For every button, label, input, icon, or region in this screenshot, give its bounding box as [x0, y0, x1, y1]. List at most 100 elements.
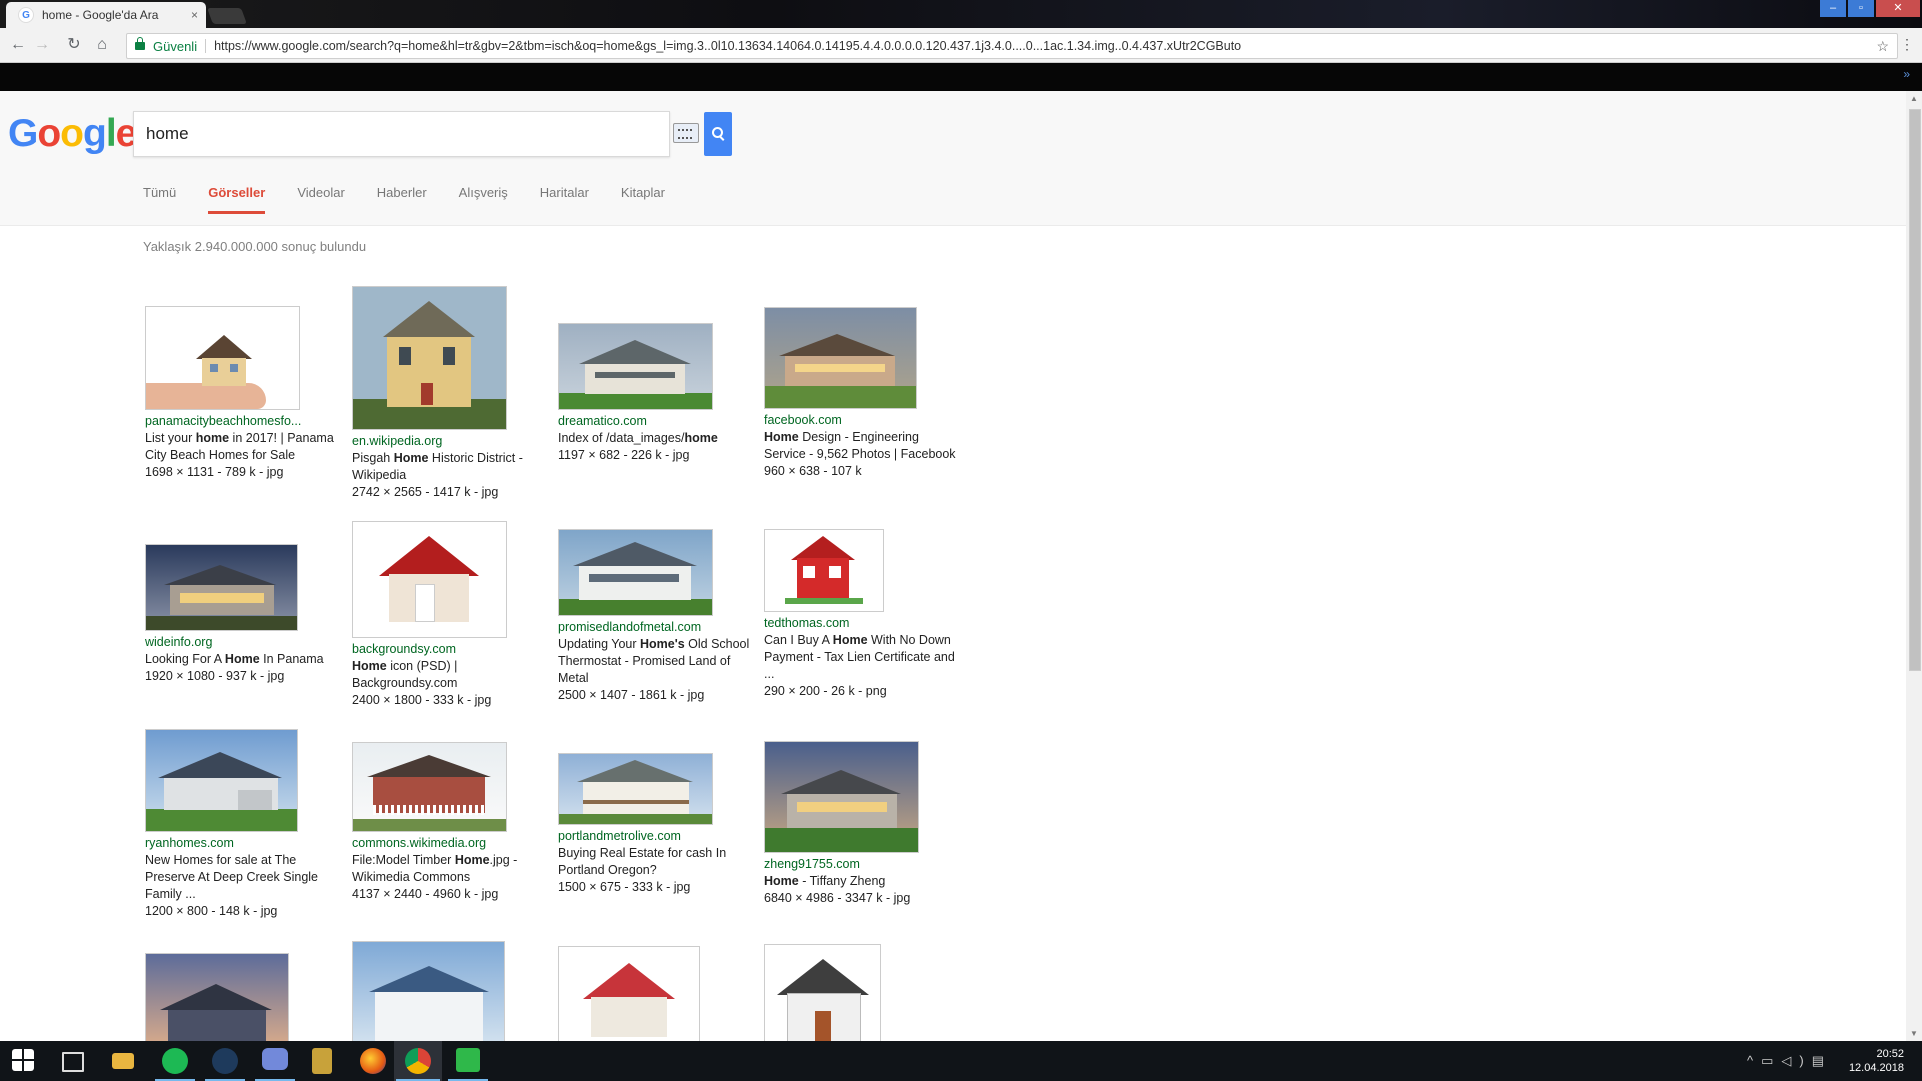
page-scrollbar[interactable]: ▲ ▼ [1906, 91, 1922, 1041]
image-result[interactable]: ryanhomes.com New Homes for sale at The … [145, 729, 345, 920]
search-box[interactable] [133, 111, 670, 157]
volume-icon[interactable]: ◁) [1781, 1053, 1811, 1068]
result-title[interactable]: Index of /data_images/home [558, 430, 758, 447]
restore-icon[interactable]: ▫ [1848, 0, 1874, 17]
search-input[interactable] [144, 112, 648, 156]
result-thumbnail[interactable] [558, 946, 700, 1041]
image-result[interactable]: facebook.com Home Design - Engineering S… [764, 307, 964, 480]
tab-maps[interactable]: Haritalar [540, 185, 589, 214]
app-shortcut-icon[interactable] [312, 1048, 332, 1074]
minimize-icon[interactable]: – [1820, 0, 1846, 17]
result-title[interactable]: File:Model Timber Home.jpg - Wikimedia C… [352, 852, 552, 886]
result-title[interactable]: List your home in 2017! | Panama City Be… [145, 430, 345, 464]
result-source[interactable]: zheng91755.com [764, 856, 964, 873]
reload-icon[interactable]: ↻ [64, 35, 84, 55]
result-source[interactable]: ryanhomes.com [145, 835, 345, 852]
notifications-icon[interactable]: ▤ [1812, 1053, 1832, 1068]
result-source[interactable]: backgroundsy.com [352, 641, 552, 658]
result-thumbnail[interactable] [352, 941, 505, 1041]
result-title[interactable]: Home Design - Engineering Service - 9,56… [764, 429, 964, 463]
close-window-icon[interactable]: ✕ [1876, 0, 1920, 17]
network-icon[interactable]: ▭ [1761, 1053, 1781, 1068]
task-view-icon[interactable] [62, 1052, 84, 1072]
result-title[interactable]: Updating Your Home's Old School Thermost… [558, 636, 758, 687]
steam-icon[interactable] [212, 1048, 238, 1074]
chrome-icon[interactable] [405, 1048, 431, 1074]
tab-videos[interactable]: Videolar [297, 185, 344, 214]
google-logo[interactable]: Google [8, 112, 137, 156]
spotify-icon[interactable] [162, 1048, 188, 1074]
result-thumbnail[interactable] [764, 307, 917, 409]
result-source[interactable]: promisedlandofmetal.com [558, 619, 758, 636]
image-result[interactable]: promisedlandofmetal.com Updating Your Ho… [558, 529, 758, 704]
result-thumbnail[interactable] [145, 544, 298, 631]
result-thumbnail[interactable] [558, 323, 713, 410]
image-result[interactable]: zheng91755.com Home - Tiffany Zheng 6840… [764, 741, 964, 907]
bookmark-star-icon[interactable]: ☆ [1876, 38, 1889, 55]
image-result[interactable] [145, 953, 345, 1041]
chevron-up-icon[interactable]: ^ [1747, 1053, 1761, 1068]
result-thumbnail[interactable] [764, 741, 919, 853]
result-source[interactable]: tedthomas.com [764, 615, 964, 632]
image-result[interactable] [764, 944, 964, 1041]
image-result[interactable]: en.wikipedia.org Pisgah Home Historic Di… [352, 286, 552, 501]
image-result[interactable]: wideinfo.org Looking For A Home In Panam… [145, 544, 345, 685]
forward-arrow-icon[interactable]: → [32, 35, 52, 55]
tab-all[interactable]: Tümü [143, 185, 176, 214]
image-result[interactable] [352, 941, 552, 1041]
result-thumbnail[interactable] [145, 953, 289, 1041]
result-thumbnail[interactable] [352, 286, 507, 430]
tab-images[interactable]: Görseller [208, 185, 266, 214]
result-source[interactable]: facebook.com [764, 412, 964, 429]
discord-icon[interactable] [262, 1048, 288, 1070]
result-title[interactable]: Looking For A Home In Panama [145, 651, 345, 668]
image-result[interactable]: panamacitybeachhomesfo... List your home… [145, 306, 345, 481]
tab-shopping[interactable]: Alışveriş [459, 185, 508, 214]
url-text[interactable]: https://www.google.com/search?q=home&hl=… [214, 39, 1876, 53]
image-result[interactable]: portlandmetrolive.com Buying Real Estate… [558, 753, 758, 896]
result-thumbnail[interactable] [352, 742, 507, 832]
scroll-up-icon[interactable]: ▲ [1910, 94, 1918, 103]
result-source[interactable]: dreamatico.com [558, 413, 758, 430]
result-thumbnail[interactable] [764, 529, 884, 612]
result-source[interactable]: wideinfo.org [145, 634, 345, 651]
tab-close-icon[interactable]: × [191, 8, 198, 22]
file-explorer-icon[interactable] [112, 1053, 134, 1069]
address-bar[interactable]: Güvenli https://www.google.com/search?q=… [126, 33, 1898, 59]
image-result[interactable]: dreamatico.com Index of /data_images/hom… [558, 323, 758, 464]
image-result[interactable]: commons.wikimedia.org File:Model Timber … [352, 742, 552, 903]
result-source[interactable]: panamacitybeachhomesfo... [145, 413, 345, 430]
bookmarks-more-icon[interactable]: » [1903, 67, 1910, 81]
result-title[interactable]: Home icon (PSD) | Backgroundsy.com [352, 658, 552, 692]
result-title[interactable]: Home - Tiffany Zheng [764, 873, 964, 890]
image-result[interactable]: backgroundsy.com Home icon (PSD) | Backg… [352, 521, 552, 709]
system-tray-icons[interactable]: ^▭◁)▤ [1747, 1053, 1832, 1069]
result-thumbnail[interactable] [558, 529, 713, 616]
keyboard-icon[interactable] [673, 123, 699, 143]
result-source[interactable]: commons.wikimedia.org [352, 835, 552, 852]
result-title[interactable]: Pisgah Home Historic District - Wikipedi… [352, 450, 552, 484]
back-arrow-icon[interactable]: ← [8, 35, 28, 55]
result-source[interactable]: portlandmetrolive.com [558, 828, 758, 845]
browser-tab-active[interactable]: G home - Google'da Ara × [6, 2, 206, 28]
result-title[interactable]: Can I Buy A Home With No Down Payment - … [764, 632, 964, 683]
search-button[interactable] [704, 112, 732, 156]
home-icon[interactable]: ⌂ [92, 35, 112, 55]
result-thumbnail[interactable] [558, 753, 713, 825]
clock[interactable]: 20:52 12.04.2018 [1849, 1047, 1904, 1075]
browser-menu-icon[interactable]: ⋮ [1900, 36, 1914, 53]
scroll-down-icon[interactable]: ▼ [1910, 1029, 1918, 1038]
result-title[interactable]: Buying Real Estate for cash In Portland … [558, 845, 758, 879]
result-thumbnail[interactable] [352, 521, 507, 638]
tab-news[interactable]: Haberler [377, 185, 427, 214]
windows-start-icon[interactable] [12, 1049, 34, 1071]
green-app-icon[interactable] [456, 1048, 480, 1072]
image-result[interactable] [558, 946, 758, 1041]
new-tab-button[interactable] [207, 8, 247, 24]
result-source[interactable]: en.wikipedia.org [352, 433, 552, 450]
result-thumbnail[interactable] [764, 944, 881, 1041]
result-thumbnail[interactable] [145, 306, 300, 410]
result-thumbnail[interactable] [145, 729, 298, 832]
tab-books[interactable]: Kitaplar [621, 185, 665, 214]
result-title[interactable]: New Homes for sale at The Preserve At De… [145, 852, 345, 903]
